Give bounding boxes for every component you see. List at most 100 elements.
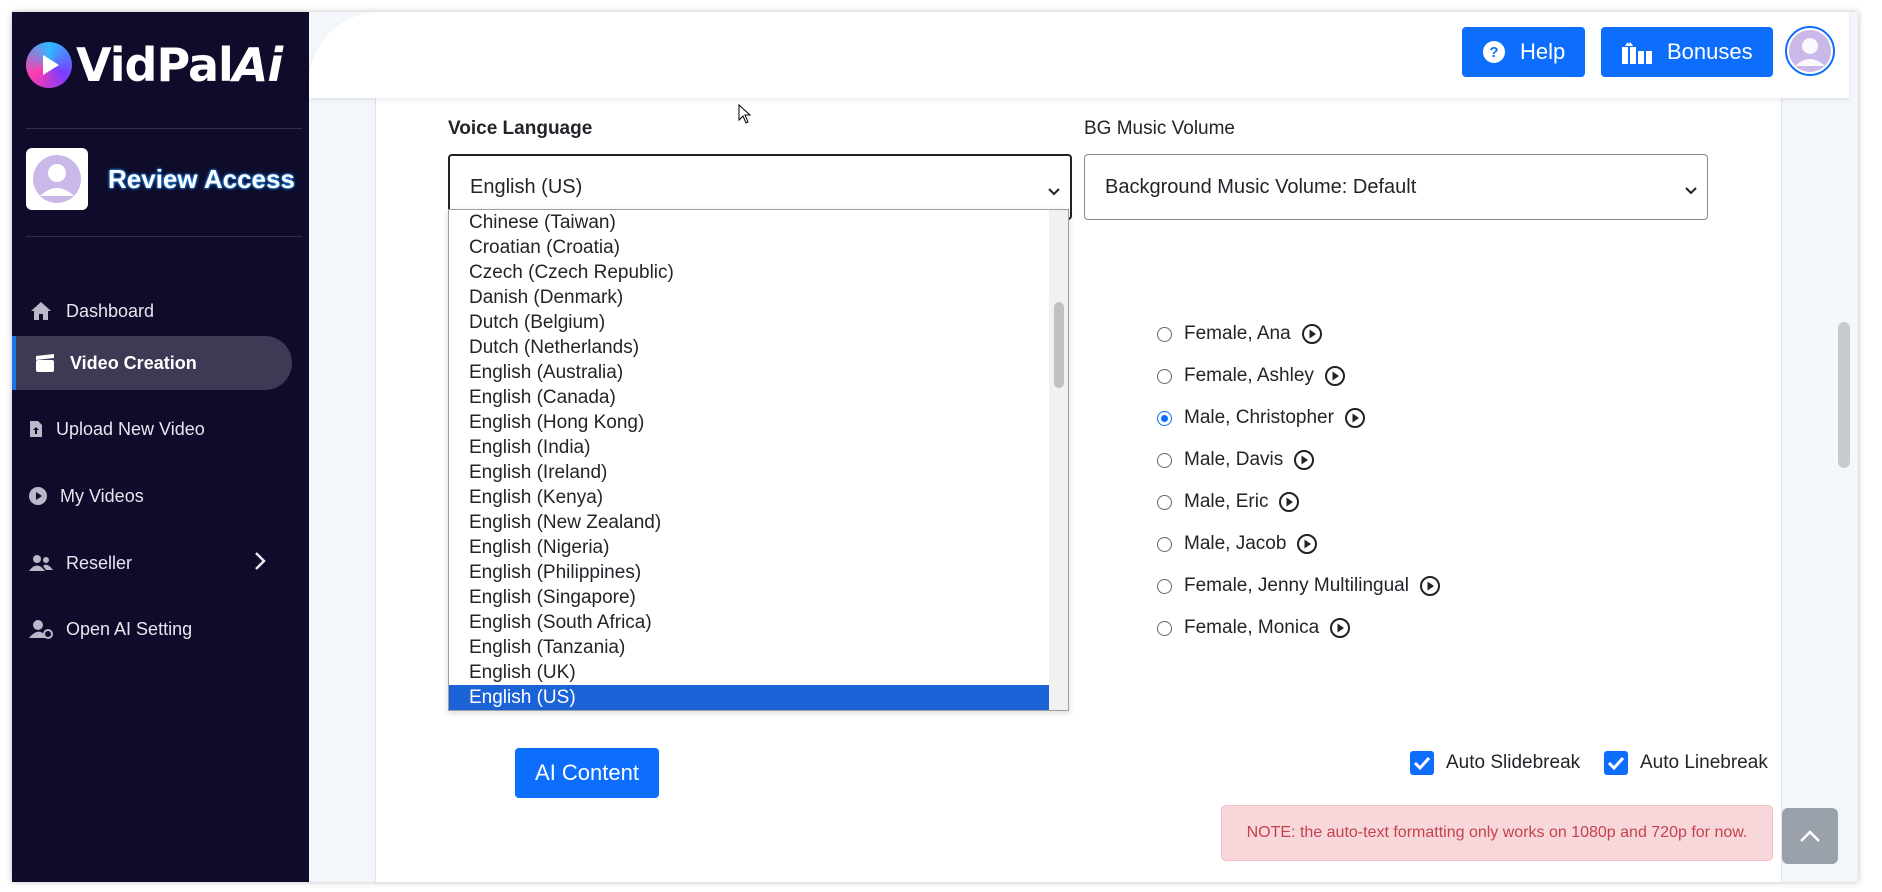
auto-slidebreak-label: Auto Slidebreak [1446,752,1581,773]
play-preview-icon[interactable] [1278,491,1300,513]
sidebar-item-label: Upload New Video [56,418,205,439]
file-upload-icon [28,420,44,438]
dropdown-option[interactable]: Dutch (Netherlands) [449,335,1050,360]
profile-avatar [26,148,88,210]
voice-option[interactable]: Female, Ana [1157,323,1323,345]
sidebar-item-open-ai-setting[interactable]: Open AI Setting [12,602,292,656]
dropdown-option[interactable]: Dutch (Belgium) [449,310,1050,335]
play-preview-icon[interactable] [1324,365,1346,387]
ai-content-button[interactable]: AI Content [515,748,659,798]
play-preview-icon[interactable] [1344,407,1366,429]
dropdown-scrollbar-thumb[interactable] [1054,302,1064,388]
radio-button[interactable] [1157,494,1172,510]
profile-name: Review Access [108,163,295,194]
format-note-alert: NOTE: the auto-text formatting only work… [1221,805,1773,861]
dropdown-option[interactable]: English (Hong Kong) [449,410,1050,435]
sidebar-divider [26,236,302,237]
voice-option[interactable]: Female, Ashley [1157,365,1346,387]
radio-button[interactable] [1157,578,1172,594]
dropdown-option[interactable]: English (UK) [449,660,1050,685]
logo[interactable]: VidPalAi [26,38,283,92]
user-menu-avatar[interactable] [1785,26,1835,76]
help-label: Help [1520,39,1566,64]
voice-language-dropdown-list[interactable]: Chinese (Taiwan) Croatian (Croatia) Czech … [448,209,1069,711]
sidebar-item-reseller[interactable]: Reseller [12,536,292,590]
dropdown-option[interactable]: English (India) [449,435,1050,460]
sidebar: VidPalAi Review Access Dashboard Video C… [12,12,352,882]
radio-button[interactable] [1157,368,1172,384]
play-circle-icon [28,486,48,506]
scroll-to-top-button[interactable] [1782,808,1838,864]
voice-option[interactable]: Female, Jenny Multilingual [1157,575,1441,597]
sidebar-item-dashboard[interactable]: Dashboard [12,284,292,338]
radio-button-selected[interactable] [1157,410,1172,426]
bg-music-value: Background Music Volume: Default [1105,175,1417,198]
radio-button[interactable] [1157,620,1172,636]
play-preview-icon[interactable] [1301,323,1323,345]
dropdown-option[interactable]: English (Kenya) [449,485,1050,510]
user-avatar-icon [33,155,81,203]
sidebar-item-my-videos[interactable]: My Videos [12,469,292,523]
voice-label: Female, Ashley [1184,365,1314,386]
sidebar-item-label: Open AI Setting [66,618,193,639]
main-area: ? Help Bonuses Voice Language BG Music V… [309,12,1858,882]
help-button[interactable]: ? Help [1462,27,1586,77]
page-scrollbar-thumb[interactable] [1838,322,1850,468]
radio-button[interactable] [1157,452,1172,468]
sidebar-item-label: Reseller [66,552,133,573]
dropdown-option[interactable]: Croatian (Croatia) [449,235,1050,260]
dropdown-option[interactable]: English (Ireland) [449,460,1050,485]
dropdown-option[interactable]: English (Nigeria) [449,535,1050,560]
sidebar-item-video-creation[interactable]: Video Creation [12,336,292,390]
dropdown-option[interactable]: English (Australia) [449,360,1050,385]
bonuses-label: Bonuses [1667,39,1753,64]
clapperboard-icon [32,353,58,373]
dropdown-scrollbar[interactable] [1049,210,1068,710]
dropdown-option[interactable]: English (Canada) [449,385,1050,410]
checkmark-icon[interactable] [1604,751,1628,775]
dropdown-option[interactable]: English (New Zealand) [449,510,1050,535]
user-avatar-icon [1789,30,1831,72]
bonuses-button[interactable]: Bonuses [1601,27,1773,77]
gift-icon [1621,39,1653,65]
logo-play-icon [26,42,72,88]
radio-button[interactable] [1157,536,1172,552]
voice-option[interactable]: Male, Davis [1157,449,1315,471]
dropdown-option[interactable]: Danish (Denmark) [449,285,1050,310]
logo-suffix: Ai [232,38,283,92]
dropdown-option[interactable]: Czech (Czech Republic) [449,260,1050,285]
play-preview-icon[interactable] [1329,617,1351,639]
voice-option[interactable]: Male, Jacob [1157,533,1318,555]
chevron-up-icon [1800,830,1820,842]
checkmark-icon[interactable] [1410,751,1434,775]
profile[interactable]: Review Access [26,148,295,210]
dropdown-option[interactable]: Chinese (Taiwan) [449,210,1050,235]
play-preview-icon[interactable] [1293,449,1315,471]
voice-label: Male, Christopher [1184,407,1334,428]
voice-option[interactable]: Male, Eric [1157,491,1300,513]
play-preview-icon[interactable] [1419,575,1441,597]
voice-language-value: English (US) [470,175,583,198]
auto-slidebreak-checkbox[interactable]: Auto Slidebreak [1410,751,1580,775]
dropdown-options: Chinese (Taiwan) Croatian (Croatia) Czech … [449,210,1068,710]
voice-option[interactable]: Male, Christopher [1157,407,1366,429]
dropdown-option[interactable]: English (Philippines) [449,560,1050,585]
radio-button[interactable] [1157,326,1172,342]
dropdown-option[interactable]: English (Singapore) [449,585,1050,610]
home-icon [28,301,54,321]
sidebar-item-upload-new-video[interactable]: Upload New Video [12,402,292,456]
dropdown-option[interactable]: English (US) [449,685,1050,710]
chevron-down-icon [1048,180,1060,203]
chevron-right-icon [254,551,266,576]
play-preview-icon[interactable] [1296,533,1318,555]
voice-label: Female, Ana [1184,323,1291,344]
sidebar-divider [26,128,302,129]
voice-label: Male, Eric [1184,491,1269,512]
bg-music-volume-select[interactable]: Background Music Volume: Default [1084,154,1708,220]
dropdown-option[interactable]: English (Tanzania) [449,635,1050,660]
voice-option[interactable]: Female, Monica [1157,617,1351,639]
question-circle-icon: ? [1482,40,1506,64]
voice-label: Female, Jenny Multilingual [1184,575,1409,596]
dropdown-option[interactable]: English (South Africa) [449,610,1050,635]
auto-linebreak-checkbox[interactable]: Auto Linebreak [1604,751,1768,775]
